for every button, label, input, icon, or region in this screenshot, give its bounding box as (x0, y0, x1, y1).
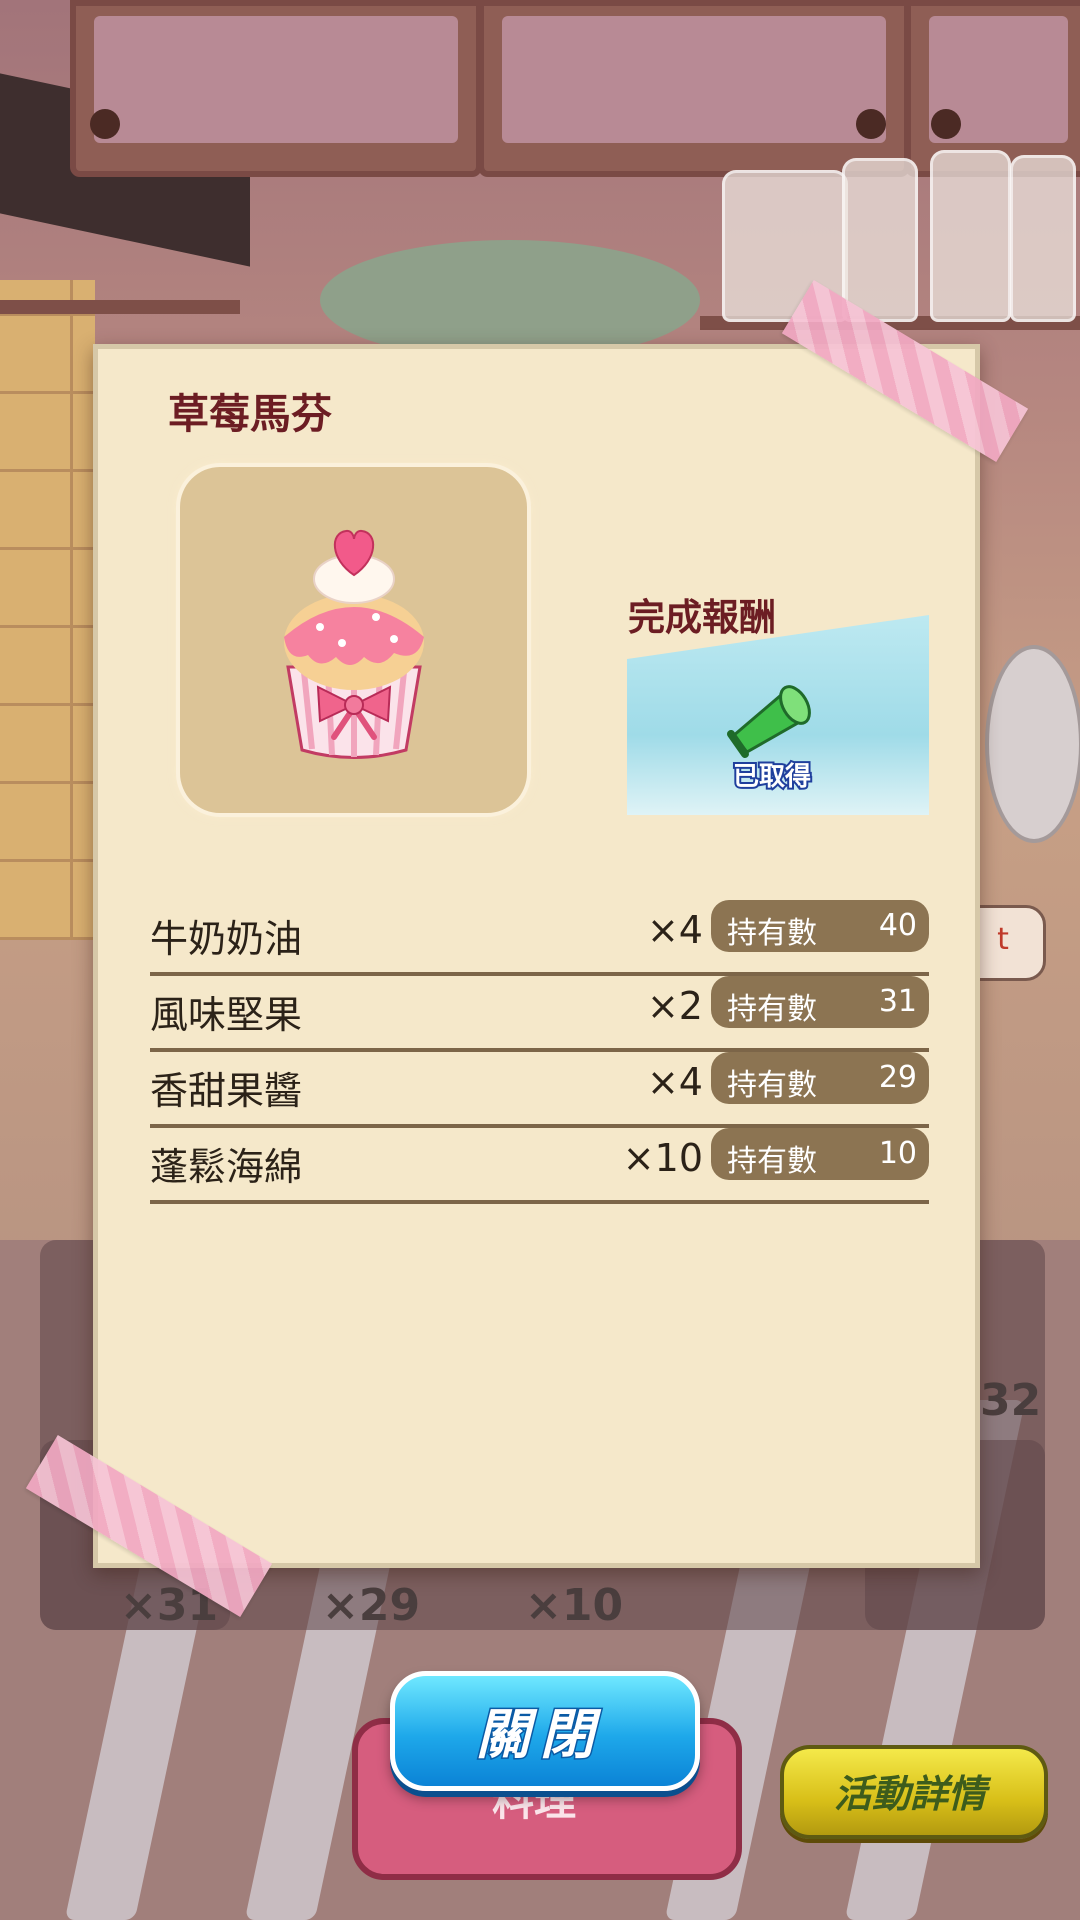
recipe-item-frame (180, 467, 527, 813)
ingredient-required: ×2 (646, 984, 703, 1028)
jar (1010, 155, 1076, 322)
owned-label: 持有數 (727, 992, 817, 1027)
owned-count-pill: 持有數 40 (711, 900, 929, 952)
slot-count: ×29 (322, 1580, 421, 1631)
ingredient-required: ×4 (646, 1060, 703, 1104)
recipe-title: 草莓馬芬 (168, 390, 332, 438)
owned-label: 持有數 (727, 916, 817, 951)
owned-count-pill: 持有數 31 (711, 976, 929, 1028)
jar (930, 150, 1011, 322)
owned-count-pill: 持有數 10 (711, 1128, 929, 1180)
ingredient-name: 蓬鬆海綿 (150, 1145, 303, 1189)
close-button-label[interactable]: 關閉 (390, 1690, 690, 1769)
upper-cabinet-left (70, 0, 482, 177)
ingredient-name: 風味堅果 (150, 993, 303, 1037)
owned-value: 40 (878, 908, 917, 943)
ingredient-required: ×10 (622, 1136, 703, 1180)
jar (842, 158, 918, 322)
slot-count: 32 (980, 1375, 1042, 1426)
ingredient-row: 牛奶奶油 ×4 持有數 40 (150, 898, 929, 976)
owned-value: 31 (878, 984, 917, 1019)
ingredient-row: 風味堅果 ×2 持有數 31 (150, 974, 929, 1052)
ingredient-required: ×4 (646, 908, 703, 952)
owned-value: 10 (878, 1136, 917, 1171)
ingredient-name: 牛奶奶油 (150, 917, 303, 961)
character-bow (320, 240, 700, 360)
wall-tiles (0, 280, 95, 940)
utensil-rack (0, 300, 240, 314)
owned-value: 29 (878, 1060, 917, 1095)
owned-count-pill: 持有數 29 (711, 1052, 929, 1104)
slot-count: ×10 (525, 1580, 624, 1631)
reward-label: 完成報酬 (628, 596, 776, 639)
ingredient-name: 香甜果醬 (150, 1069, 303, 1113)
ingredient-row: 蓬鬆海綿 ×10 持有數 10 (150, 1126, 929, 1204)
reward-status-badge: 已取得 (731, 760, 813, 794)
green-megaphone-icon (727, 685, 811, 758)
plate (985, 645, 1080, 843)
strawberry-muffin-icon (284, 529, 424, 759)
ingredient-row: 香甜果醬 ×4 持有數 29 (150, 1050, 929, 1128)
owned-label: 持有數 (727, 1144, 817, 1179)
event-details-button-label[interactable]: 活動詳情 (780, 1763, 1040, 1818)
owned-label: 持有數 (727, 1068, 817, 1103)
upper-cabinet-middle (478, 0, 910, 177)
